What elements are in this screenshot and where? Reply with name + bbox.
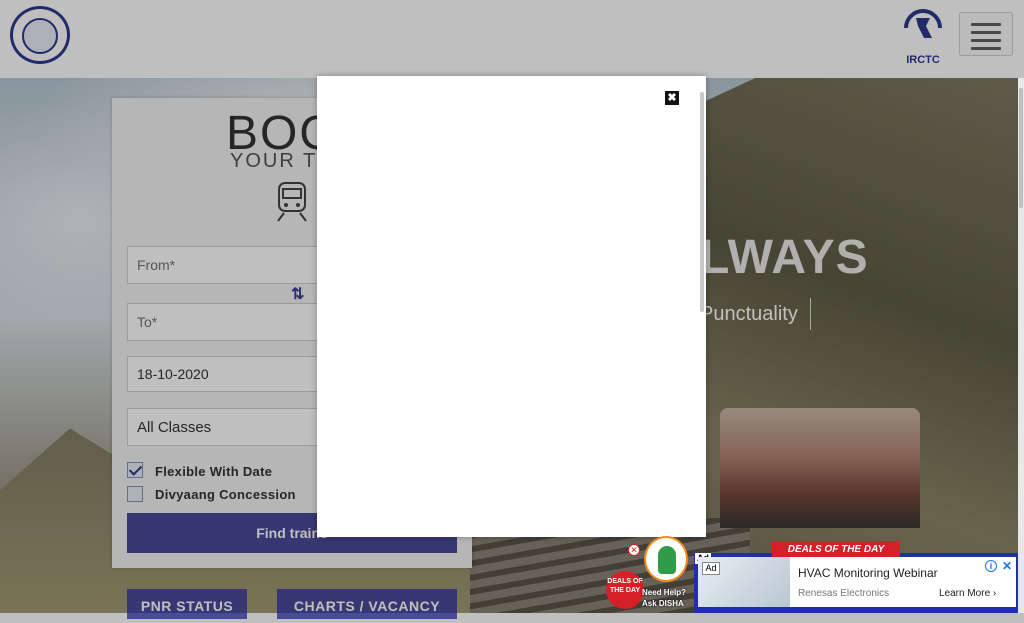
- ad-learn-more-link[interactable]: Learn More ›: [939, 588, 996, 599]
- disha-avatar[interactable]: [644, 536, 688, 582]
- ad-sponsor: Renesas Electronics: [798, 588, 890, 599]
- ad-title[interactable]: HVAC Monitoring Webinar: [798, 566, 938, 580]
- disha-help-text[interactable]: Need Help? Ask DISHA: [642, 587, 692, 609]
- disha-close-icon[interactable]: ✕: [628, 544, 640, 556]
- modal-scrollbar[interactable]: [700, 92, 704, 312]
- ad-info-icon[interactable]: i: [985, 560, 997, 572]
- chevron-right-icon: ›: [992, 588, 997, 599]
- popup-modal: [317, 76, 706, 537]
- ad-content[interactable]: [790, 557, 1016, 607]
- ad-image-label: Ad: [702, 562, 720, 575]
- deals-of-the-day-badge[interactable]: DEALS OF THE DAY: [606, 571, 644, 609]
- page-scrollbar[interactable]: [1018, 78, 1024, 613]
- close-icon[interactable]: ✖: [665, 91, 679, 105]
- ad-close-icon[interactable]: ✕: [1002, 559, 1012, 573]
